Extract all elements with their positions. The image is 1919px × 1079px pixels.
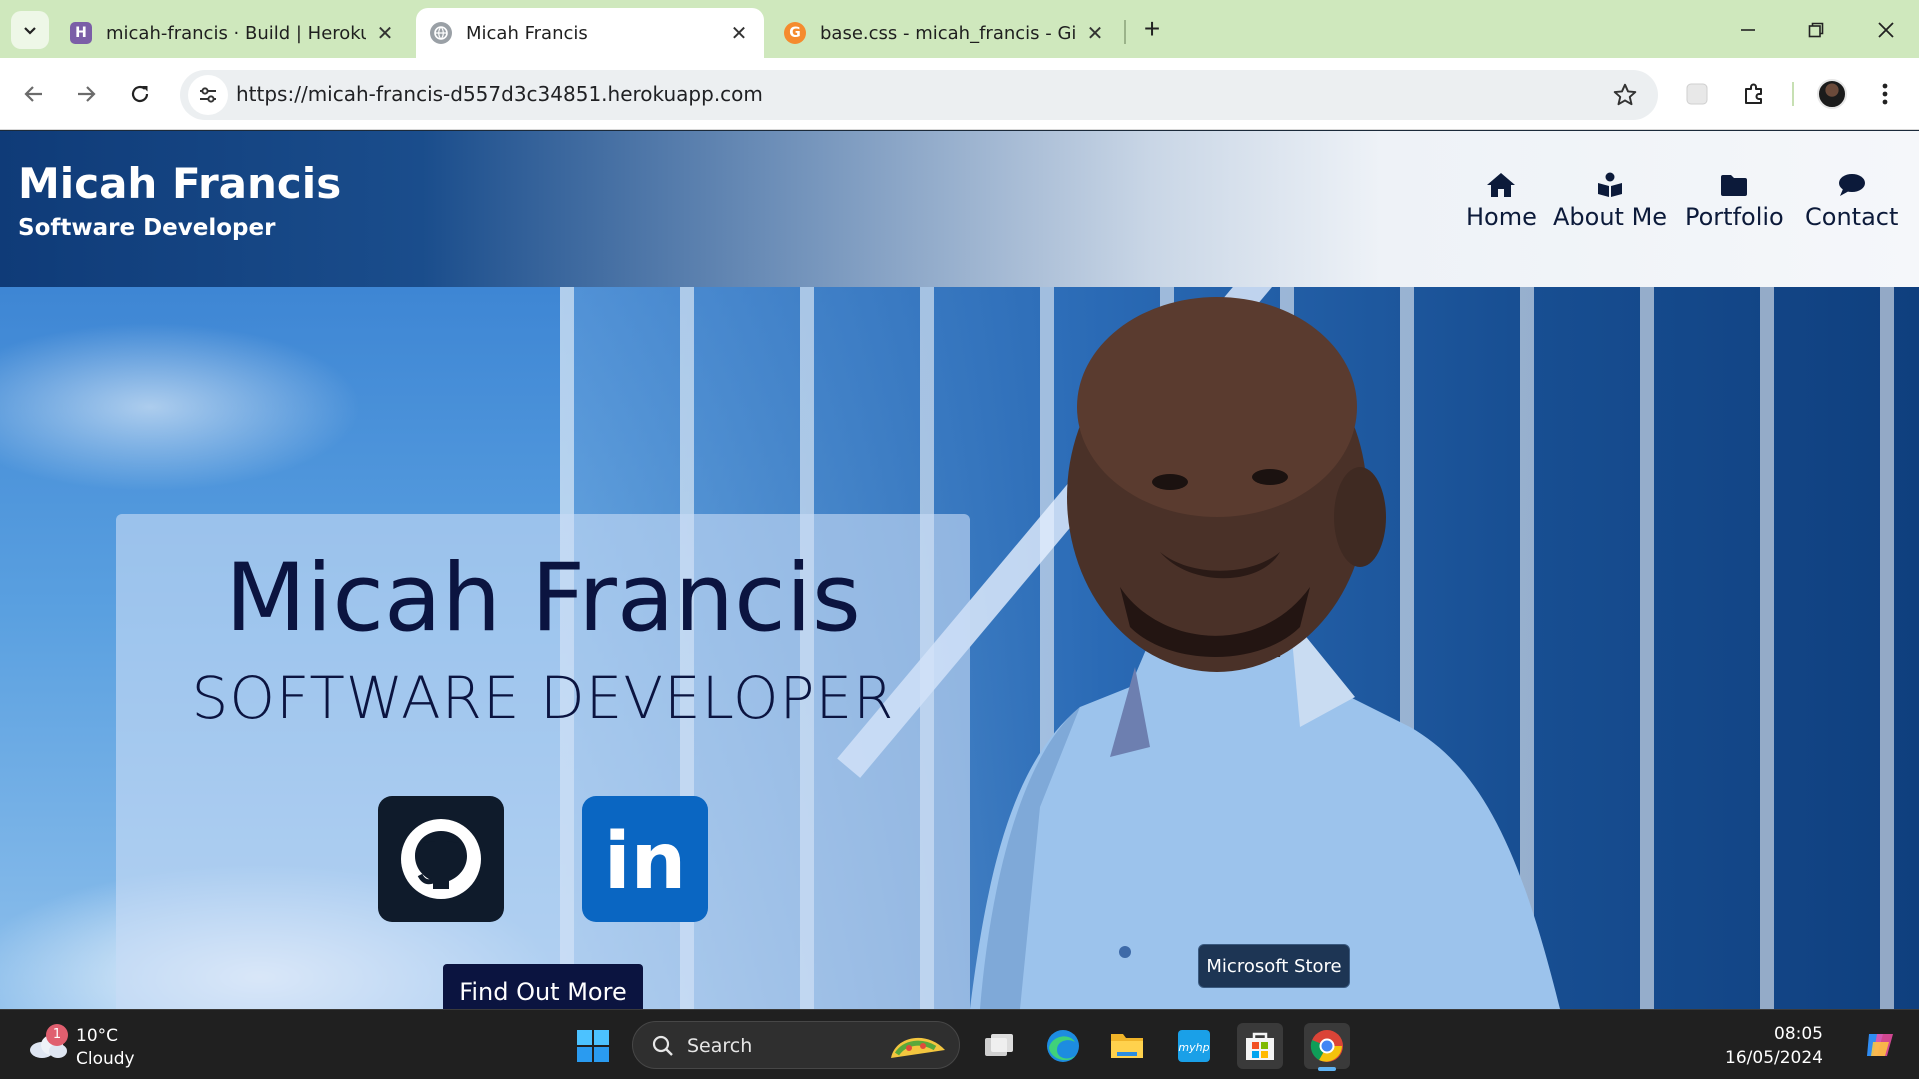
taco-icon	[891, 1037, 945, 1058]
arrow-right-icon	[78, 86, 96, 102]
tab-search-button[interactable]	[11, 11, 49, 49]
globe-icon	[430, 22, 452, 44]
file-explorer-button[interactable]	[1104, 1023, 1150, 1069]
weather-badge: 1	[46, 1024, 68, 1046]
brand-tagline: Software Developer	[18, 215, 276, 241]
home-icon	[1486, 171, 1516, 199]
restore-button[interactable]	[1796, 10, 1836, 50]
store-icon	[1246, 1032, 1274, 1060]
heroku-icon: H	[70, 22, 92, 44]
taskbar-tooltip: Microsoft Store	[1198, 944, 1350, 988]
linkedin-link[interactable]: in	[582, 796, 708, 922]
close-icon	[1878, 22, 1894, 38]
taskbar: 1 10°C Cloudy Search myhp 08:05 16/05/20…	[0, 1009, 1919, 1079]
extension-button[interactable]	[1679, 76, 1715, 112]
tab-title: base.css - micah_francis - Gitpo	[820, 22, 1076, 44]
brand-name[interactable]: Micah Francis	[18, 159, 341, 208]
minimize-icon	[1741, 29, 1755, 31]
task-view-button[interactable]	[976, 1023, 1022, 1069]
forward-button[interactable]	[66, 74, 106, 114]
chrome-icon	[1310, 1030, 1343, 1062]
clock-date: 16/05/2024	[1725, 1048, 1823, 1068]
find-out-more-button[interactable]: Find Out More	[443, 964, 643, 1009]
github-link[interactable]	[378, 796, 504, 922]
browser-toolbar: https://micah-francis-d557d3c34851.herok…	[0, 58, 1919, 130]
nav-label: About Me	[1553, 203, 1668, 231]
site-header: Micah Francis Software Developer Home Ab…	[0, 131, 1919, 287]
chevron-down-icon	[24, 27, 36, 35]
edge-button[interactable]	[1040, 1023, 1086, 1069]
hero-card: Micah Francis SOFTWARE DEVELOPER in Find…	[116, 514, 970, 1009]
minimize-button[interactable]	[1728, 10, 1768, 50]
address-bar[interactable]: https://micah-francis-d557d3c34851.herok…	[180, 70, 1658, 120]
taskbar-search[interactable]: Search	[632, 1021, 960, 1069]
nav-portfolio[interactable]: Portfolio	[1685, 171, 1784, 231]
task-view-icon	[985, 1034, 1013, 1056]
hero-role: SOFTWARE DEVELOPER	[191, 664, 895, 732]
restore-icon	[1808, 22, 1824, 38]
gitpod-icon: G	[784, 22, 806, 44]
nav-label: Portfolio	[1685, 203, 1784, 231]
nav-home[interactable]: Home	[1466, 171, 1537, 231]
reader-icon	[1595, 171, 1625, 199]
microsoft-store-button[interactable]	[1237, 1023, 1283, 1069]
tab-gitpod[interactable]: G base.css - micah_francis - Gitpo ✕	[770, 8, 1120, 58]
edge-icon	[1047, 1030, 1079, 1062]
browser-tab-strip: H micah-francis · Build | Heroku ✕ Micah…	[0, 0, 1919, 58]
back-button[interactable]	[14, 74, 54, 114]
myhp-icon: myhp	[1178, 1030, 1210, 1062]
reload-button[interactable]	[120, 74, 160, 114]
hero-name: Micah Francis	[225, 544, 861, 653]
folder-icon	[1111, 1034, 1143, 1058]
github-icon	[401, 819, 481, 899]
svg-text:myhp: myhp	[1178, 1041, 1209, 1054]
close-tab-icon[interactable]: ✕	[728, 21, 750, 45]
folder-icon	[1719, 171, 1749, 199]
weather-condition: Cloudy	[76, 1049, 135, 1069]
hero-section: Micah Francis SOFTWARE DEVELOPER in Find…	[0, 287, 1919, 1009]
tab-heroku[interactable]: H micah-francis · Build | Heroku ✕	[56, 8, 410, 58]
myhp-button[interactable]: myhp	[1171, 1023, 1217, 1069]
system-clock[interactable]: 08:05 16/05/2024	[1725, 1022, 1823, 1070]
tab-micah-francis[interactable]: Micah Francis ✕	[416, 8, 764, 58]
nav-contact[interactable]: Contact	[1805, 171, 1898, 231]
tab-title: Micah Francis	[466, 22, 588, 44]
profile-avatar[interactable]	[1817, 79, 1847, 109]
search-icon	[652, 1035, 673, 1056]
tab-title: micah-francis · Build | Heroku	[106, 22, 366, 44]
clock-time: 08:05	[1774, 1024, 1823, 1044]
hero-portrait-image	[970, 297, 1560, 1009]
chrome-button[interactable]	[1304, 1023, 1350, 1071]
weather-widget[interactable]: 1 10°C Cloudy	[26, 1024, 176, 1069]
extension-placeholder-icon	[1686, 83, 1708, 105]
site-info-button[interactable]	[188, 75, 228, 115]
active-indicator	[1318, 1067, 1336, 1071]
url-text: https://micah-francis-d557d3c34851.herok…	[236, 82, 763, 106]
more-vertical-icon	[1882, 83, 1888, 105]
windows-icon	[577, 1030, 609, 1062]
nav-label: Home	[1466, 203, 1537, 231]
arrow-left-icon	[24, 86, 42, 102]
toolbar-divider	[1792, 82, 1794, 106]
tune-icon	[200, 87, 216, 103]
linkedin-icon: in	[603, 817, 687, 907]
web-page: Micah Francis Software Developer Home Ab…	[0, 131, 1919, 1009]
browser-menu-button[interactable]	[1867, 76, 1903, 112]
tab-separator	[1124, 20, 1126, 44]
close-tab-icon[interactable]: ✕	[1084, 21, 1106, 45]
start-button[interactable]	[570, 1023, 616, 1069]
new-tab-button[interactable]: +	[1136, 14, 1168, 46]
chat-icon	[1837, 171, 1867, 199]
bookmark-star-icon[interactable]	[1612, 82, 1638, 108]
close-window-button[interactable]	[1866, 10, 1906, 50]
nav-about-me[interactable]: About Me	[1553, 171, 1667, 231]
close-tab-icon[interactable]: ✕	[374, 21, 396, 45]
search-placeholder: Search	[687, 1035, 753, 1057]
weather-temperature: 10°C	[76, 1026, 119, 1046]
nav-label: Contact	[1805, 203, 1899, 231]
copilot-icon[interactable]	[1863, 1028, 1897, 1062]
reload-icon	[131, 85, 149, 103]
extensions-menu-button[interactable]	[1736, 76, 1772, 112]
puzzle-icon	[1745, 83, 1762, 104]
